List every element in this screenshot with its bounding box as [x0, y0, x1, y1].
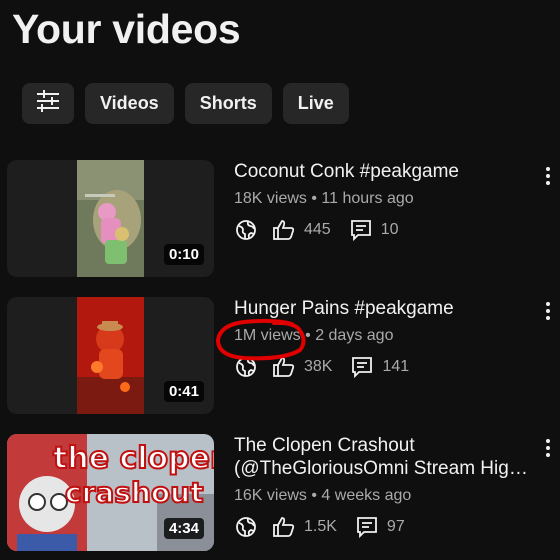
chip-videos[interactable]: Videos	[85, 83, 174, 124]
comment-count: 10	[380, 221, 399, 238]
upload-age: 4 weeks ago	[321, 487, 412, 504]
thumbnail-text-top: the clopen	[53, 441, 214, 476]
filter-button[interactable]	[22, 83, 74, 124]
video-stats: 445 10	[234, 218, 524, 242]
video-meta: 18K views • 11 hours ago	[234, 190, 524, 210]
upload-age: 2 days ago	[315, 327, 394, 344]
more-vert-icon[interactable]	[544, 166, 552, 186]
like-count: 445	[304, 221, 331, 238]
video-stats: 1.5K 97	[234, 515, 524, 539]
video-title-line1: The Clopen Crashout	[234, 435, 415, 456]
view-count: 16K views	[234, 487, 307, 504]
thumbnail-image	[77, 160, 144, 277]
video-thumbnail[interactable]: the clopen crashout 4:34	[7, 434, 214, 551]
meta-separator: •	[311, 190, 322, 207]
video-title[interactable]: Hunger Pains #peakgame	[234, 297, 534, 320]
like-count: 38K	[304, 358, 333, 375]
video-item[interactable]: the clopen crashout 4:34 The Clopen Cras…	[0, 434, 560, 552]
video-duration: 4:34	[163, 518, 204, 539]
comment-icon	[350, 355, 374, 379]
thumbs-up-icon	[272, 515, 296, 539]
upload-age: 11 hours ago	[321, 190, 414, 207]
chip-shorts[interactable]: Shorts	[184, 83, 272, 124]
chip-live[interactable]: Live	[282, 83, 349, 124]
view-count: 18K views	[234, 190, 307, 207]
thumbnail-image	[77, 297, 144, 414]
video-title-line2: (@TheGloriousOmni Stream Highli...	[234, 458, 534, 479]
video-item[interactable]: 0:10 Coconut Conk #peakgame 18K views • …	[0, 160, 560, 278]
video-info: The Clopen Crashout (@TheGloriousOmni St…	[234, 434, 534, 539]
more-vert-icon[interactable]	[544, 301, 552, 321]
like-count: 1.5K	[304, 518, 337, 535]
video-title[interactable]: The Clopen Crashout (@TheGloriousOmni St…	[234, 434, 534, 480]
globe-icon	[234, 218, 258, 242]
page-title: Your videos	[12, 6, 241, 52]
comment-count: 97	[386, 518, 405, 535]
video-info: Coconut Conk #peakgame 18K views • 11 ho…	[234, 160, 524, 242]
thumbs-up-icon	[272, 218, 296, 242]
filter-chips: Videos Shorts Live	[22, 83, 349, 124]
video-duration: 0:10	[163, 244, 204, 265]
comment-icon	[349, 218, 373, 242]
globe-icon	[234, 515, 258, 539]
video-thumbnail[interactable]: 0:41	[7, 297, 214, 414]
video-title[interactable]: Coconut Conk #peakgame	[234, 160, 534, 183]
tune-icon	[34, 87, 62, 120]
comment-icon	[355, 515, 379, 539]
thumbnail-text-bottom: crashout	[65, 476, 203, 509]
video-thumbnail[interactable]: 0:10	[7, 160, 214, 277]
meta-separator: •	[311, 487, 322, 504]
more-vert-icon[interactable]	[544, 438, 552, 458]
video-meta: 16K views • 4 weeks ago	[234, 487, 524, 507]
video-duration: 0:41	[163, 381, 204, 402]
annotation-circle	[215, 318, 306, 361]
comment-count: 141	[382, 358, 410, 375]
